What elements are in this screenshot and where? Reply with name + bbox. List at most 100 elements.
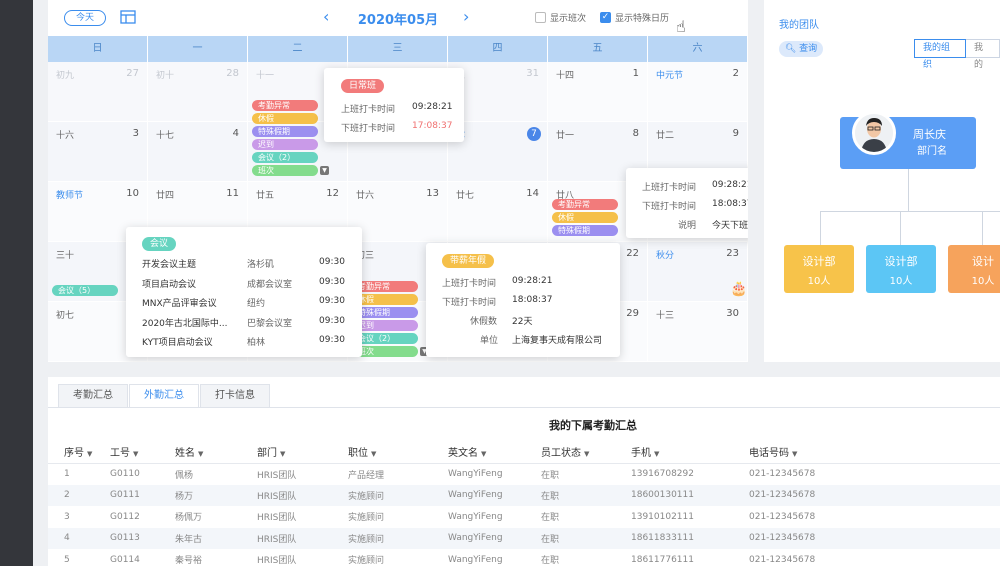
- meeting-topic: KYT项目启动会议: [142, 338, 213, 348]
- table-cell: HRIS团队: [257, 484, 348, 506]
- tab-2[interactable]: 外勤汇总: [129, 384, 199, 408]
- department-card[interactable]: 设计 10人: [948, 245, 1000, 293]
- query-button[interactable]: 🔍︎ 查询: [779, 41, 823, 57]
- sort-caret-icon[interactable]: ▼: [371, 450, 376, 458]
- show-special-label: 显示特殊日历: [615, 14, 670, 24]
- table-cell: 18611833111: [631, 527, 749, 549]
- meeting-time: 09:30: [319, 296, 345, 306]
- calendar-day-cell[interactable]: 十六 3: [48, 122, 148, 182]
- meeting-time: 09:30: [319, 315, 345, 326]
- table-row[interactable]: 5 G0114 秦号裕 HRIS团队 实施顾问 WangYiFeng 在职 186117761…: [48, 549, 1000, 566]
- day-number: 1: [632, 68, 639, 79]
- leave-badge: 带薪年假: [442, 254, 495, 268]
- department-count: 10人: [889, 276, 913, 287]
- lunar-date: 十一: [256, 71, 275, 81]
- calendar-day-cell[interactable]: 十三 30: [648, 302, 748, 362]
- chevron-left-icon[interactable]: ‹: [323, 7, 329, 27]
- table-row[interactable]: 2 G0111 杨万 HRIS团队 实施顾问 WangYiFeng 在职 1860013011…: [48, 484, 1000, 506]
- column-header[interactable]: 电话号码 ▼: [749, 441, 1000, 464]
- day-number: 8: [632, 128, 639, 139]
- table-cell: 在职: [541, 556, 560, 566]
- sort-caret-icon[interactable]: ▼: [654, 450, 659, 458]
- meeting-time: 09:30: [319, 335, 345, 345]
- calendar-day-cell[interactable]: 初十 28: [148, 62, 248, 122]
- tag-special-holiday[interactable]: 特殊假期: [552, 225, 618, 236]
- weekday-label: 日: [48, 36, 148, 62]
- column-header[interactable]: 职位 ▼: [348, 441, 448, 464]
- column-header[interactable]: 姓名 ▼: [175, 441, 257, 464]
- show-special-checkbox[interactable]: ✓ 显示特殊日历: [600, 11, 669, 24]
- tag-attendance-abnormal[interactable]: 考勤异常: [552, 199, 618, 210]
- layout-icon[interactable]: [120, 10, 136, 24]
- chevron-right-icon[interactable]: ›: [463, 7, 469, 27]
- day-number: 31: [526, 68, 539, 79]
- department-count: 10人: [807, 276, 831, 287]
- clock-in-label: 上班打卡时间: [642, 183, 697, 193]
- column-header[interactable]: 英文名 ▼: [448, 441, 541, 464]
- query-label: 查询: [799, 44, 818, 54]
- tag-meeting[interactable]: 会议（2）: [252, 152, 318, 163]
- table-cell: G0110: [110, 469, 140, 479]
- table-row[interactable]: 4 G0113 朱年古 HRIS团队 实施顾问 WangYiFeng 在职 186118331…: [48, 527, 1000, 549]
- tag-leave[interactable]: 休假: [252, 113, 318, 124]
- calendar-day-cell[interactable]: 中元节 2: [648, 62, 748, 122]
- show-shift-checkbox[interactable]: 显示班次: [535, 11, 586, 24]
- checkmark-icon[interactable]: ✓: [600, 12, 611, 23]
- department-card[interactable]: 设计部 10人: [784, 245, 854, 293]
- sort-caret-icon[interactable]: ▼: [584, 450, 589, 458]
- more-arrow-icon[interactable]: ▼: [320, 166, 329, 175]
- tag-meeting[interactable]: 会议（5）: [52, 285, 118, 296]
- column-header[interactable]: 工号 ▼: [110, 441, 175, 464]
- day-number: 7: [527, 127, 541, 141]
- sort-caret-icon[interactable]: ▼: [792, 450, 797, 458]
- lunar-date: 廿五: [256, 191, 275, 201]
- today-button[interactable]: 今天: [64, 10, 106, 26]
- sort-caret-icon[interactable]: ▼: [87, 450, 92, 458]
- lunar-date: 廿二: [656, 131, 675, 141]
- tab-1[interactable]: 考勤汇总: [58, 384, 128, 408]
- column-label: 员工状态: [541, 448, 581, 460]
- table-row[interactable]: 1 G0110 佩杨 HRIS团队 产品经理 WangYiFeng 在职 1391670829…: [48, 463, 1000, 485]
- tag-attendance-abnormal[interactable]: 考勤异常: [252, 100, 318, 111]
- table-cell: 秦号裕: [175, 556, 203, 566]
- column-header[interactable]: 员工状态 ▼: [541, 441, 631, 464]
- manager-card[interactable]: 周长庆 部门名: [840, 111, 976, 169]
- tag-late[interactable]: 迟到: [252, 139, 318, 150]
- table-cell: G0111: [110, 484, 175, 506]
- column-header[interactable]: 序号 ▼: [48, 441, 110, 464]
- column-header[interactable]: 手机 ▼: [631, 441, 749, 464]
- calendar-day-cell[interactable]: 初九 27: [48, 62, 148, 122]
- calendar-day-cell[interactable]: 廿六 13: [348, 182, 448, 242]
- table-cell: 实施顾问: [348, 556, 385, 566]
- sort-caret-icon[interactable]: ▼: [481, 450, 486, 458]
- sort-caret-icon[interactable]: ▼: [280, 450, 285, 458]
- calendar-day-cell[interactable]: 十七 4: [148, 122, 248, 182]
- cake-icon: 🎂: [730, 281, 748, 297]
- tag-shift[interactable]: 班次: [252, 165, 318, 176]
- org-connector: [908, 169, 909, 211]
- sort-caret-icon[interactable]: ▼: [198, 450, 203, 458]
- column-header[interactable]: 部门 ▼: [257, 441, 348, 464]
- day-number: 3: [132, 128, 139, 139]
- tag-special-holiday[interactable]: 特殊假期: [252, 126, 318, 137]
- seg-my-org[interactable]: 我的组织: [914, 39, 966, 70]
- table-row[interactable]: 3 G0112 杨佩万 HRIS团队 实施顾问 WangYiFeng 在职 139101021…: [48, 506, 1000, 528]
- tab-3[interactable]: 打卡信息: [200, 384, 270, 408]
- department-card[interactable]: 设计部 10人: [866, 245, 936, 293]
- sort-caret-icon[interactable]: ▼: [133, 450, 138, 458]
- calendar-day-cell[interactable]: 廿七 14: [448, 182, 548, 242]
- column-label: 手机: [631, 448, 651, 460]
- checkbox-box[interactable]: [535, 12, 546, 23]
- day-number: 22: [626, 248, 639, 259]
- table-header-row: 序号 ▼ 工号 ▼ 姓名 ▼ 部门 ▼ 职位 ▼ 英文名 ▼ 员工状态 ▼ 手机 ▼ 电话号码 ▼: [48, 441, 1000, 464]
- table-cell: 021-12345678: [749, 527, 1000, 549]
- clock-in-label: 上班打卡时间: [341, 105, 396, 115]
- clock-out-value: 17:08:37: [412, 121, 453, 131]
- day-number: 29: [626, 308, 639, 319]
- tag-leave[interactable]: 休假: [552, 212, 618, 223]
- seg-other[interactable]: 我的: [966, 39, 1000, 70]
- manager-name: 周长庆: [913, 128, 946, 141]
- show-shift-label: 显示班次: [550, 14, 587, 24]
- org-connector: [820, 211, 821, 245]
- calendar-day-cell[interactable]: 十四 1: [548, 62, 648, 122]
